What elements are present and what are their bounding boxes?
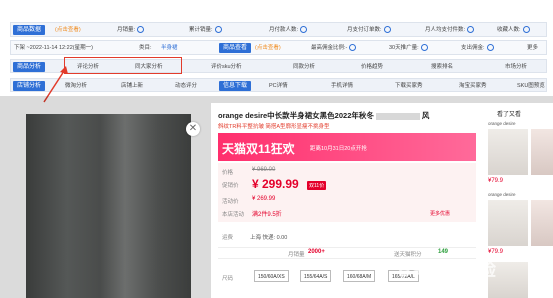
category-label: 类目: xyxy=(139,45,152,51)
original-price: ¥ 969.00 xyxy=(252,167,276,173)
search-icon[interactable] xyxy=(383,26,391,34)
monthly-payers-cell: 月付款人数: xyxy=(269,25,308,35)
price-trend-link[interactable]: 价格趋势 xyxy=(361,62,383,72)
shipping-text: 上海 快递: 0.00 xyxy=(250,235,288,241)
close-icon[interactable]: ✕ xyxy=(186,122,200,136)
price-label: 价格 xyxy=(222,170,234,176)
shipping-label: 运费 xyxy=(222,235,234,241)
category-value[interactable]: 半身裙 xyxy=(161,43,178,53)
watermark: Baidu 经验 xyxy=(398,260,498,280)
total-sales-cell: 累计销量: xyxy=(189,25,222,35)
size-label: 尺码 xyxy=(222,276,234,282)
same-style-analysis-link[interactable]: 同款分析 xyxy=(293,62,315,72)
monthly-orders-cell: 月支付订单数: xyxy=(347,25,391,35)
more-link[interactable]: 更多 xyxy=(527,43,538,53)
mobile-detail-link[interactable]: 手机详情 xyxy=(331,81,353,91)
product-data-row: 商品数据 (点击查看) 月销量: 累计销量: 月付款人数: 月支付订单数: 月人… xyxy=(10,22,547,37)
commission-paid: 支出佣金: xyxy=(461,43,494,53)
avg-items-cell: 月人均支付件数: xyxy=(425,25,475,35)
size-option-m[interactable]: 160/68A/M xyxy=(343,270,376,282)
review-sku-analysis-link[interactable]: 评价sku分析 xyxy=(211,62,242,72)
more-discounts-link[interactable]: 更多优惠 xyxy=(430,210,450,217)
product-image xyxy=(26,114,191,298)
product-view-click-hint[interactable]: (点击查看) xyxy=(255,43,281,53)
search-icon[interactable] xyxy=(522,26,530,34)
rec-brand-1: orange desire xyxy=(488,121,516,126)
product-subtitle: 斜纹TR料平整抗皱 简搭A型廓形显瘦不挑身型 xyxy=(218,124,330,130)
shop-analysis-row: 店铺分析 微淘分析 店铺上新 动态评分 信息下载 PC详情 手机详情 下载买家秀… xyxy=(10,78,547,92)
discount-label: 本店活动 xyxy=(222,212,245,218)
size-option-xs[interactable]: 150/60A/XS xyxy=(254,270,289,282)
shop-new-link[interactable]: 店铺上新 xyxy=(121,81,143,91)
listing-info-row: 下架 ~2022-11-14 12:22(星期一) 类目: 半身裙 商品查看 (… xyxy=(10,40,547,55)
monthly-sales-cell: 月销量: xyxy=(117,25,145,35)
double11-badge: 双11价 xyxy=(307,181,327,190)
rec-brand-2: orange desire xyxy=(488,192,516,197)
recommendation-title: 看了又看 xyxy=(497,112,522,118)
rec-thumb-1b[interactable] xyxy=(531,129,553,175)
search-icon[interactable] xyxy=(420,44,428,52)
points-value: 149 xyxy=(438,249,449,255)
size-option-s[interactable]: 155/64A/S xyxy=(300,270,332,282)
product-title: orange desire中长款半身裙女黑色2022年秋冬风 xyxy=(218,111,430,120)
dynamic-score-link[interactable]: 动态评分 xyxy=(175,81,197,91)
market-analysis-link[interactable]: 市场分析 xyxy=(505,62,527,72)
discount-text: 满2件9.5折 xyxy=(252,212,282,218)
search-icon[interactable] xyxy=(214,26,222,34)
rec-thumb-1[interactable] xyxy=(488,129,528,175)
product-data-click-hint[interactable]: (点击查看) xyxy=(55,25,81,35)
search-rank-link[interactable]: 搜索排名 xyxy=(431,62,453,72)
promo-title: 天猫双11狂欢 xyxy=(222,142,295,156)
monthly-sales-label: 月销量 xyxy=(288,252,305,258)
pc-detail-link[interactable]: PC详情 xyxy=(269,81,288,91)
delist-time: 下架 ~2022-11-14 12:22(星期一) xyxy=(14,45,93,51)
promo-volume: 30天推广量: xyxy=(389,43,428,53)
rec-thumb-2b[interactable] xyxy=(531,200,553,246)
product-data-tag[interactable]: 商品数据 xyxy=(13,25,46,35)
search-icon[interactable] xyxy=(300,26,308,34)
promo-price: ¥ 299.99 xyxy=(252,177,299,191)
taobao-buyer-show-link[interactable]: 淘宝买家秀 xyxy=(459,81,487,91)
search-icon[interactable] xyxy=(486,44,494,52)
search-icon[interactable] xyxy=(137,26,145,34)
search-icon[interactable] xyxy=(467,26,475,34)
product-view-tag[interactable]: 商品查看 xyxy=(219,43,252,53)
monthly-sales-value: 2000+ xyxy=(308,249,325,255)
favorites-cell: 收藏人数: xyxy=(497,25,530,35)
coupon-price: ¥ 269.99 xyxy=(252,196,276,202)
rec-price-1: ¥79.9 xyxy=(488,178,504,184)
highlight-box xyxy=(64,57,182,74)
promo-price-label: 促销价 xyxy=(222,183,239,189)
sku-preview-link[interactable]: SKU图预览 xyxy=(517,81,545,91)
search-icon[interactable] xyxy=(349,44,357,52)
rec-price-2: ¥79.9 xyxy=(488,249,504,255)
commission-rate: 最高佣金比例:- xyxy=(311,43,357,53)
info-download-tag[interactable]: 信息下载 xyxy=(219,81,252,91)
coupon-price-label: 活动价 xyxy=(222,199,239,205)
download-buyer-show-link[interactable]: 下载买家秀 xyxy=(395,81,423,91)
promo-subtitle: 距离10月31日20点开抢 xyxy=(310,146,367,152)
rec-thumb-2[interactable] xyxy=(488,200,528,246)
